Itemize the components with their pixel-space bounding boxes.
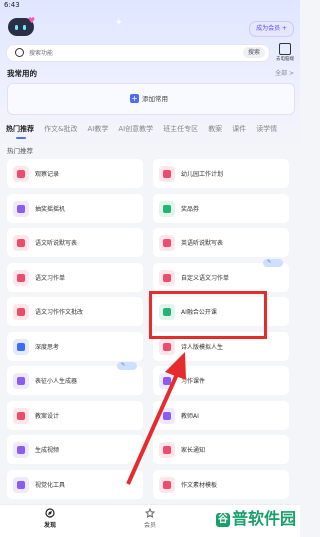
nav-member[interactable]: 会员	[130, 507, 170, 529]
watermark: 谷普软件园	[215, 505, 296, 529]
watermark-logo: 谷	[215, 512, 230, 527]
pointer-arrow	[126, 352, 186, 485]
member-icon	[144, 507, 156, 519]
watermark-text: 普软件园	[231, 509, 296, 528]
discover-icon	[45, 508, 55, 518]
nav-discover[interactable]: 发现	[30, 508, 70, 529]
nav-member-label: 会员	[143, 522, 156, 529]
nav-discover-label: 发现	[43, 522, 56, 529]
